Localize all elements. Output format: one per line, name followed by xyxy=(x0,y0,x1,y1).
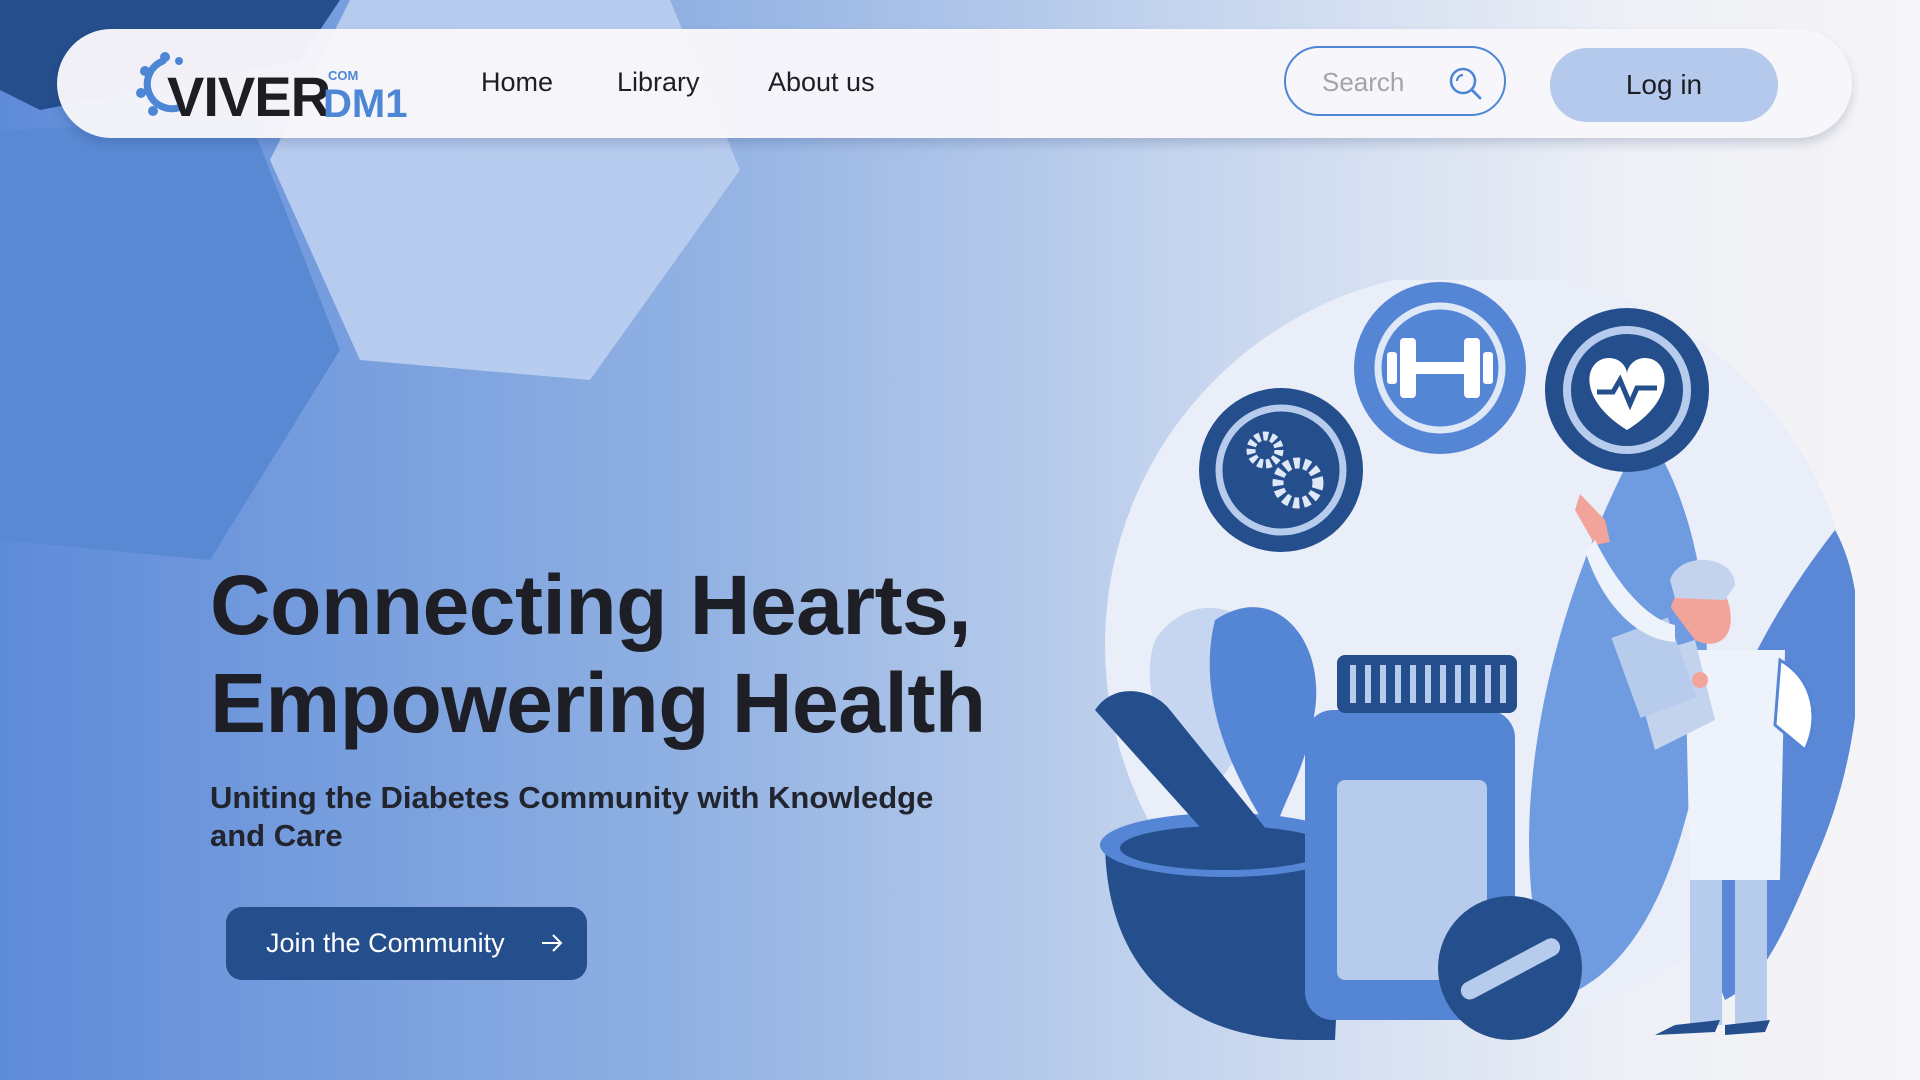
hero-subtitle: Uniting the Diabetes Community with Know… xyxy=(210,779,970,855)
search-input[interactable] xyxy=(1320,66,1444,98)
logo-suffix: DM1 xyxy=(323,82,408,126)
nav-link-library[interactable]: Library xyxy=(617,69,700,96)
join-community-button[interactable]: Join the Community xyxy=(226,907,587,980)
search-box[interactable] xyxy=(1284,46,1506,116)
search-icon[interactable] xyxy=(1447,66,1483,102)
logo-text: VIVER xyxy=(167,65,331,128)
hero-subtitle-line-2: and Care xyxy=(210,818,343,853)
login-button[interactable]: Log in xyxy=(1550,48,1778,122)
arrow-right-icon xyxy=(542,934,563,952)
brand-logo[interactable]: VIVER COM DM1 xyxy=(135,49,435,128)
hero-title-line-1: Connecting Hearts, xyxy=(210,558,972,652)
heart-pulse-badge xyxy=(1545,308,1709,472)
hero-title: Connecting Hearts, Empowering Health xyxy=(210,556,986,752)
join-community-label: Join the Community xyxy=(266,928,505,958)
hero-title-line-2: Empowering Health xyxy=(210,656,986,750)
gears-badge xyxy=(1199,388,1363,552)
dumbbell-badge xyxy=(1354,282,1526,454)
nav-link-home[interactable]: Home xyxy=(481,69,553,96)
hero-illustration xyxy=(1095,280,1855,1040)
top-navbar: VIVER COM DM1 Home Library About us Log … xyxy=(57,29,1852,138)
logo-superscript: COM xyxy=(328,68,359,83)
nav-link-about-us[interactable]: About us xyxy=(768,69,875,96)
hero-subtitle-line-1: Uniting the Diabetes Community with Know… xyxy=(210,780,934,815)
